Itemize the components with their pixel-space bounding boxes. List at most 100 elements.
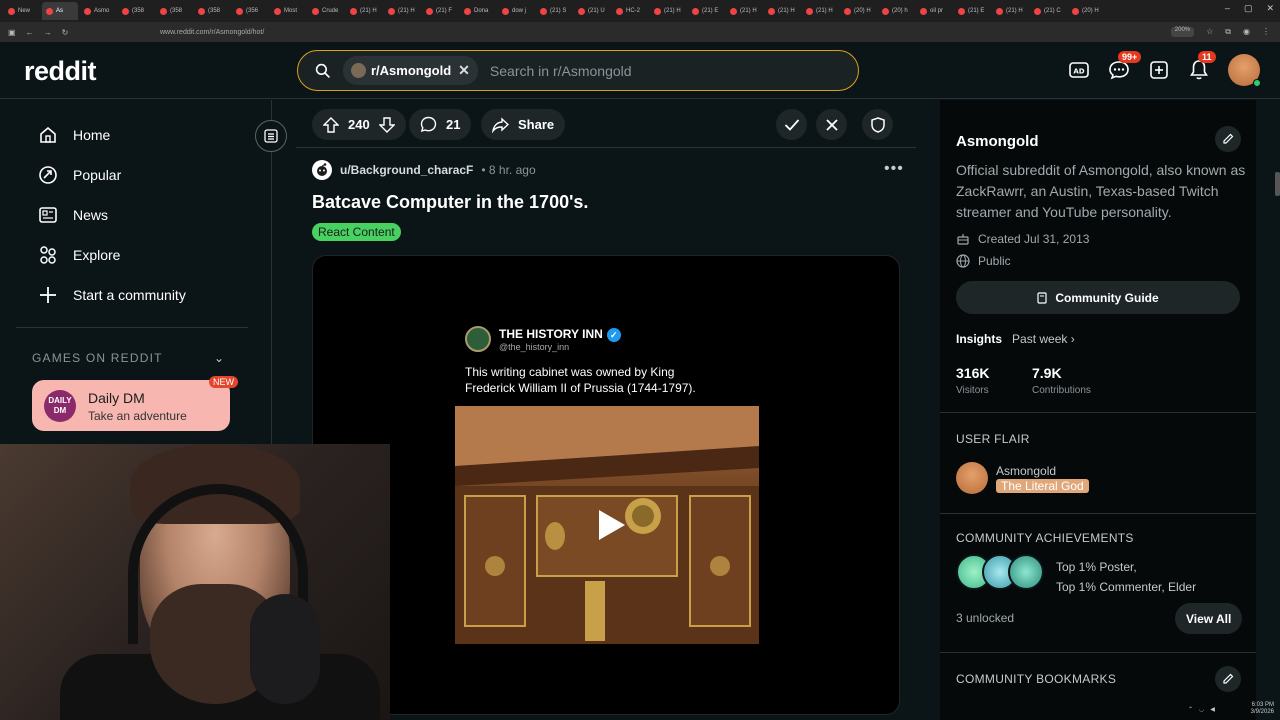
contributions-label: Contributions (1032, 385, 1091, 396)
search-bar[interactable]: r/Asmongold ✕ Search in r/Asmongold (297, 50, 859, 91)
url-field[interactable]: www.reddit.com/r/Asmongold/hot/ (160, 29, 264, 36)
insights-row[interactable]: Insights Past week › (956, 332, 1075, 346)
notifications-icon[interactable]: 11 (1188, 51, 1216, 81)
browser-tab[interactable]: (21) H (346, 2, 382, 20)
back-icon[interactable]: ← (26, 28, 34, 37)
browser-tab[interactable]: (21) H (764, 2, 800, 20)
profile-icon[interactable]: ◉ (1243, 27, 1250, 37)
achievement-badges[interactable] (956, 554, 1044, 590)
reload-icon[interactable]: ↻ (62, 28, 69, 37)
extensions-icon[interactable]: ⧉ (1225, 27, 1231, 37)
chevron-down-icon[interactable]: ⌄ (214, 351, 224, 365)
bookmark-star-icon[interactable]: ☆ (1206, 27, 1213, 37)
create-post-icon[interactable] (1148, 59, 1170, 81)
video-player[interactable]: THE HISTORY INN ✓ @the_history_inn This w… (312, 255, 900, 715)
browser-tab[interactable]: dow j (498, 2, 534, 20)
page-scrollbar[interactable] (1275, 172, 1280, 196)
browser-tab[interactable]: As (42, 2, 78, 20)
collapse-sidebar-button[interactable] (255, 120, 287, 152)
browser-tab[interactable]: HC-2 (612, 2, 648, 20)
browser-tab[interactable]: (21) H (650, 2, 686, 20)
browser-tab[interactable]: (21) H (992, 2, 1028, 20)
play-icon[interactable] (593, 508, 627, 542)
view-all-button[interactable]: View All (1175, 603, 1243, 634)
browser-tab[interactable]: (20) h (878, 2, 914, 20)
edit-pencil-icon[interactable] (1215, 126, 1241, 152)
forward-icon[interactable]: → (44, 28, 52, 37)
globe-icon (956, 254, 970, 268)
browser-tab[interactable]: (356 (232, 2, 268, 20)
browser-tab-label: (21) H (664, 8, 681, 14)
post-action-bar: 240 21 Share (296, 100, 916, 148)
share-button[interactable]: Share (481, 109, 566, 140)
sidebar-item-start-community[interactable]: Start a community (38, 285, 186, 305)
wifi-icon[interactable]: ◡ (1199, 706, 1204, 713)
browser-tab[interactable]: New (4, 2, 40, 20)
menu-icon[interactable]: ⋮ (1262, 27, 1270, 37)
edit-pencil-icon[interactable] (1215, 666, 1241, 692)
post-flair[interactable]: React Content (312, 223, 401, 241)
flair-tag[interactable]: The Literal God (996, 479, 1089, 493)
games-section-header[interactable]: GAMES ON REDDIT (32, 351, 163, 365)
user-avatar[interactable] (1228, 54, 1261, 87)
browser-tab[interactable]: Dona (460, 2, 496, 20)
sidebar-toggle-icon[interactable]: ▣ (8, 28, 16, 37)
microphone-icon (250, 594, 320, 704)
browser-tab[interactable]: oil pr (916, 2, 952, 20)
browser-tab[interactable]: (358 (118, 2, 154, 20)
browser-tab[interactable]: (21) E (954, 2, 990, 20)
downvote-icon[interactable] (378, 116, 395, 133)
tray-chevron-icon[interactable]: ⌃ (1188, 706, 1193, 713)
visibility-label: Public (978, 254, 1011, 268)
browser-tab[interactable]: (358 (156, 2, 192, 20)
community-guide-button[interactable]: Community Guide (956, 281, 1240, 314)
browser-tab[interactable]: (21) H (384, 2, 420, 20)
clock-time: 6:03 PM (1251, 702, 1274, 708)
approve-button[interactable] (776, 109, 807, 140)
subreddit-chip[interactable]: r/Asmongold ✕ (343, 56, 478, 85)
clock[interactable]: 6:03 PM 3/9/2026 (1251, 702, 1280, 716)
browser-tab[interactable]: Asmo (80, 2, 116, 20)
browser-tab[interactable]: (21) H (726, 2, 762, 20)
comments-button[interactable]: 21 (409, 109, 472, 140)
post-title[interactable]: Batcave Computer in the 1700's. (312, 192, 588, 213)
browser-tab[interactable]: (20) H (1068, 2, 1104, 20)
browser-tab[interactable]: (21) U (574, 2, 610, 20)
browser-tab-label: (21) H (740, 8, 757, 14)
author-avatar[interactable] (312, 160, 332, 180)
advertise-icon[interactable]: AD (1068, 59, 1090, 81)
browser-tab-label: New (18, 8, 31, 14)
browser-tab[interactable]: Crude (308, 2, 344, 20)
sidebar-item-home[interactable]: Home (38, 125, 110, 145)
browser-tab[interactable]: (21) H (802, 2, 838, 20)
browser-tab[interactable]: (20) H (840, 2, 876, 20)
sidebar-item-popular[interactable]: Popular (38, 165, 121, 185)
browser-tab[interactable]: (21) F (422, 2, 458, 20)
reddit-logo[interactable]: reddit (24, 56, 97, 87)
minimize-icon[interactable]: – (1225, 3, 1230, 14)
chat-icon[interactable]: 99+ (1108, 51, 1142, 81)
daily-dm-card[interactable]: DAILY DM Daily DM Take an adventure NEW (32, 376, 238, 431)
browser-tab[interactable]: (21) C (1030, 2, 1066, 20)
browser-tab[interactable]: (21) E (688, 2, 724, 20)
sidebar-item-news[interactable]: News (38, 205, 108, 225)
browser-tab[interactable]: (21) S (536, 2, 572, 20)
tab-favicon-icon (46, 7, 53, 15)
close-window-icon[interactable]: ✕ (1266, 3, 1274, 14)
mod-shield-button[interactable] (862, 109, 893, 140)
zoom-indicator[interactable]: 200% (1170, 27, 1195, 37)
maximize-icon[interactable]: ▢ (1244, 3, 1253, 14)
flair-username[interactable]: Asmongold (996, 464, 1056, 478)
browser-tab[interactable]: (358 (194, 2, 230, 20)
browser-tab-label: (21) E (968, 8, 985, 14)
remove-button[interactable] (816, 109, 847, 140)
post-author-name[interactable]: u/Background_characF (340, 163, 473, 177)
upvote-icon[interactable] (323, 116, 339, 133)
volume-icon[interactable]: ◀ (1210, 706, 1215, 713)
browser-tab[interactable]: Most (270, 2, 306, 20)
more-options-icon[interactable]: ••• (884, 160, 904, 178)
search-input[interactable]: Search in r/Asmongold (490, 63, 632, 79)
close-icon[interactable]: ✕ (458, 62, 470, 79)
sidebar-item-explore[interactable]: Explore (38, 245, 120, 265)
new-badge: NEW (209, 376, 238, 388)
